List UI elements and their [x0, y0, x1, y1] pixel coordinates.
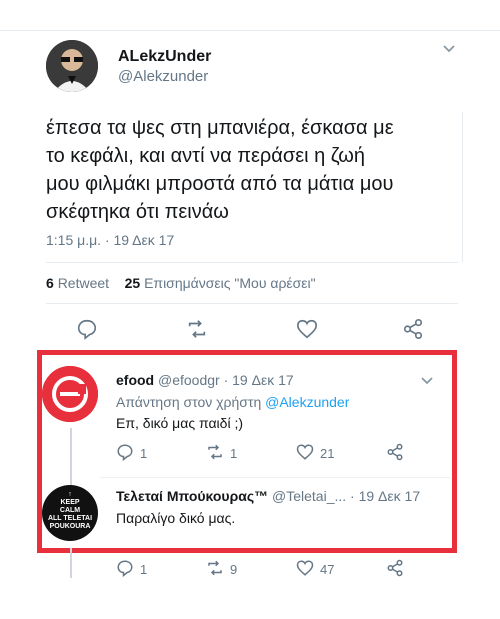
author-avatar[interactable]: [46, 40, 98, 92]
chevron-down-icon[interactable]: [442, 44, 456, 54]
avatar-text: ↑: [68, 491, 72, 498]
edge-divider: [462, 112, 463, 262]
share-icon[interactable]: [386, 559, 404, 577]
retweet-icon[interactable]: [206, 559, 224, 577]
tweet-stats: 6 Retweet 25 Επισημάνσεις "Μου αρέσει": [46, 275, 316, 291]
reply-date[interactable]: · 19 Δεκ 17: [224, 372, 294, 388]
avatar-text: POUKOURA: [49, 523, 91, 530]
reply-date[interactable]: · 19 Δεκ 17: [350, 488, 420, 504]
likes-count[interactable]: 25: [125, 275, 141, 291]
reply-to-prefix: Απάντηση στον χρήστη: [116, 394, 262, 410]
retweet-icon[interactable]: [186, 318, 208, 340]
like-count: 47: [320, 562, 335, 577]
reply-icon[interactable]: [116, 443, 134, 461]
reply-icon[interactable]: [76, 318, 98, 340]
retweet-icon[interactable]: [206, 443, 224, 461]
tweet-timestamp[interactable]: 1:15 μ.μ. · 19 Δεκ 17: [46, 232, 174, 248]
like-count: 21: [320, 446, 335, 461]
tweet-text-line: το κεφάλι, και αντί να περάσει η ζωή: [46, 145, 366, 167]
reply-handle[interactable]: @Teletai_...: [272, 488, 346, 504]
heart-icon[interactable]: [296, 443, 314, 461]
reply-text: Επ, δικό μας παιδί ;): [116, 415, 243, 431]
reply-to-line: Απάντηση στον χρήστη @Alekzunder: [116, 394, 349, 410]
reply-count: 1: [140, 446, 148, 461]
reply-display-name[interactable]: Τελεταί Μπούκουρας™: [116, 488, 268, 504]
tweet-text-line: έπεσα τα ψες στη μπανιέρα, έσκασα με: [46, 117, 394, 139]
efood-avatar[interactable]: [42, 366, 98, 422]
retweet-count: 1: [230, 446, 238, 461]
reply-text: Παραλίγο δικό μας.: [116, 510, 236, 526]
avatar-text: KEEP: [60, 499, 80, 506]
tweet-text-line: μου φιλμάκι μπροστά από τα μάτια μου: [46, 173, 394, 195]
heart-icon[interactable]: [296, 318, 318, 340]
retweet-count[interactable]: 6: [46, 275, 54, 291]
divider: [46, 303, 458, 304]
tweet-text-line: σκέφτηκα ότι πεινάω: [46, 201, 229, 223]
reply-display-name[interactable]: efood: [116, 372, 154, 388]
chevron-down-icon[interactable]: [420, 376, 434, 386]
reply-header: efood @efoodgr · 19 Δεκ 17: [116, 372, 294, 388]
reply-to-user[interactable]: @Alekzunder: [265, 394, 349, 410]
teletai-avatar[interactable]: ↑ KEEP CALM ALL TELETAI POUKOURA: [42, 485, 98, 541]
likes-label[interactable]: Επισημάνσεις "Μου αρέσει": [144, 275, 316, 291]
reply-header: Τελεταί Μπούκουρας™ @Teletai_... · 19 Δε…: [116, 488, 420, 504]
reply-icon[interactable]: [116, 559, 134, 577]
author-handle[interactable]: @Alekzunder: [118, 68, 208, 85]
top-divider: [0, 30, 500, 31]
share-icon[interactable]: [402, 318, 424, 340]
thread-line: [70, 548, 72, 578]
tweet-text: έπεσα τα ψες στη μπανιέρα, έσκασα με το …: [46, 114, 466, 226]
share-icon[interactable]: [386, 443, 404, 461]
reply-count: 1: [140, 562, 148, 577]
divider: [100, 477, 450, 478]
author-display-name[interactable]: ALekzUnder: [118, 48, 211, 66]
thread-line: [70, 428, 72, 488]
retweet-label[interactable]: Retweet: [58, 275, 109, 291]
avatar-text: ALL TELETAI: [47, 515, 93, 522]
reply-handle[interactable]: @efoodgr: [158, 372, 220, 388]
avatar-text: CALM: [59, 507, 81, 514]
retweet-count: 9: [230, 562, 238, 577]
heart-icon[interactable]: [296, 559, 314, 577]
divider: [46, 262, 458, 263]
